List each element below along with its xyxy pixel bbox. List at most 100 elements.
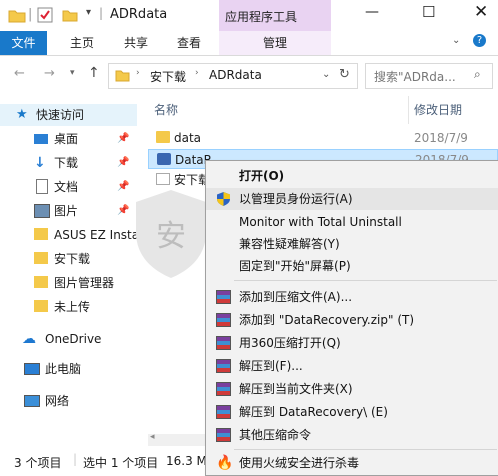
menu-label: 使用火绒安全进行杀毒 <box>239 456 360 470</box>
menu-item-run-as-admin[interactable]: 以管理员身份运行(A) <box>206 188 498 210</box>
close-button[interactable]: ✕ <box>474 2 488 22</box>
up-button[interactable]: ↑ <box>88 65 100 81</box>
winrar-icon <box>216 336 231 350</box>
nav-label: 网络 <box>45 394 70 408</box>
chevron-right-icon: › <box>195 68 199 78</box>
file-name: data <box>174 131 202 145</box>
winrar-icon <box>216 428 231 442</box>
nav-label: 桌面 <box>54 132 79 146</box>
quick-access-dropdown-icon[interactable]: ▾ <box>86 7 91 18</box>
menu-item-extract-to-folder[interactable]: 解压到 DataRecovery\ (E) <box>206 401 498 423</box>
menu-item-compatibility[interactable]: 兼容性疑难解答(Y) <box>206 233 498 255</box>
nav-label: ASUS EZ Insta <box>54 228 137 242</box>
ribbon-tabs: 文件 主页 共享 查看 管理 ⌄ ? <box>0 31 498 56</box>
column-divider <box>408 96 409 124</box>
forward-button[interactable]: → <box>44 66 55 81</box>
context-tab-group-label: 应用程序工具 <box>225 10 298 24</box>
new-folder-icon[interactable] <box>62 8 78 22</box>
html-file-icon <box>156 173 170 185</box>
chevron-right-icon: › <box>136 68 140 78</box>
tab-manage[interactable]: 管理 <box>219 31 331 55</box>
tab-home[interactable]: 主页 <box>60 31 104 55</box>
scroll-left-icon[interactable]: ◂ <box>150 432 155 442</box>
nav-item-quick-access[interactable]: ★ 快速访问 <box>0 104 137 126</box>
back-button[interactable]: ← <box>14 66 25 81</box>
app-icon <box>157 153 171 165</box>
menu-item-open[interactable]: 打开(O) <box>206 165 498 187</box>
pictures-icon <box>34 204 50 218</box>
context-menu: 打开(O) 以管理员身份运行(A) Monitor with Total Uni… <box>205 160 498 476</box>
address-bar[interactable]: › 安下载 › ADRdata ⌄ ↻ <box>108 63 358 89</box>
menu-item-extract-to[interactable]: 解压到(F)... <box>206 355 498 377</box>
ribbon-expand-icon[interactable]: ⌄ <box>452 35 460 46</box>
nav-item-asus[interactable]: ASUS EZ Insta <box>0 224 137 246</box>
svg-text:安: 安 <box>156 219 186 254</box>
menu-item-open-360[interactable]: 用360压缩打开(Q) <box>206 332 498 354</box>
column-header-date[interactable]: 修改日期 <box>414 101 462 118</box>
nav-item-picture-manager[interactable]: 图片管理器 <box>0 272 137 294</box>
nav-item-desktop[interactable]: 桌面 📌 <box>0 128 137 150</box>
search-input[interactable]: 搜索"ADRda... <box>374 68 456 85</box>
download-icon: ↓ <box>34 155 46 171</box>
menu-item-huorong-scan[interactable]: 🔥 使用火绒安全进行杀毒 <box>206 452 498 474</box>
divider: | <box>99 6 104 20</box>
status-size: 16.3 M <box>166 454 207 468</box>
nav-item-network[interactable]: 网络 <box>0 390 137 412</box>
nav-label: 下载 <box>54 156 79 170</box>
nav-item-anxiazai[interactable]: 安下载 <box>0 248 137 270</box>
horizontal-scrollbar[interactable]: ◂ <box>148 432 206 446</box>
nav-item-onedrive[interactable]: ☁ OneDrive <box>0 328 137 350</box>
recent-locations-icon[interactable]: ▾ <box>70 68 75 78</box>
pin-icon: 📌 <box>117 133 130 144</box>
nav-item-documents[interactable]: 文档 📌 <box>0 176 137 198</box>
menu-label: 固定到"开始"屏幕(P) <box>239 259 351 273</box>
menu-item-total-uninstall[interactable]: Monitor with Total Uninstall <box>206 211 498 233</box>
menu-label: 解压到(F)... <box>239 359 303 373</box>
divider: | <box>73 452 78 466</box>
menu-item-other-compress[interactable]: 其他压缩命令 <box>206 424 498 446</box>
menu-item-add-to-zip[interactable]: 添加到 "DataRecovery.zip" (T) <box>206 309 498 331</box>
winrar-icon <box>216 359 231 373</box>
nav-label: 安下载 <box>54 252 91 266</box>
nav-label: 图片 <box>54 204 79 218</box>
watermark-shield-logo: 安 <box>136 190 206 278</box>
minimize-button[interactable]: — <box>365 4 379 20</box>
nav-item-pictures[interactable]: 图片 📌 <box>0 200 137 222</box>
menu-item-pin-to-start[interactable]: 固定到"开始"屏幕(P) <box>206 255 498 277</box>
menu-item-extract-here[interactable]: 解压到当前文件夹(X) <box>206 378 498 400</box>
file-row[interactable]: data 2018/7/9 14:07 <box>148 128 498 165</box>
menu-separator <box>234 449 497 450</box>
nav-label: OneDrive <box>45 332 102 346</box>
address-dropdown-icon[interactable]: ⌄ <box>322 69 330 80</box>
help-icon[interactable]: ? <box>473 34 486 47</box>
folder-icon <box>34 252 48 264</box>
divider: | <box>28 7 33 22</box>
menu-label: 以管理员身份运行(A) <box>239 192 353 206</box>
nav-item-not-uploaded[interactable]: 未上传 <box>0 296 137 318</box>
menu-item-add-to-archive[interactable]: 添加到压缩文件(A)... <box>206 286 498 308</box>
computer-icon <box>24 363 40 375</box>
tab-view[interactable]: 查看 <box>167 31 211 55</box>
nav-item-downloads[interactable]: ↓ 下载 📌 <box>0 152 137 174</box>
huorong-icon: 🔥 <box>216 455 234 471</box>
tab-file[interactable]: 文件 <box>0 31 47 55</box>
refresh-icon[interactable]: ↻ <box>339 67 350 82</box>
properties-icon[interactable] <box>37 7 53 23</box>
folder-icon <box>115 70 130 82</box>
winrar-icon <box>216 382 231 396</box>
search-box[interactable]: 搜索"ADRda... ⌕ <box>365 63 493 89</box>
menu-label: 打开(O) <box>239 169 285 183</box>
maximize-button[interactable]: ☐ <box>422 3 435 21</box>
column-header-name[interactable]: 名称 <box>154 101 178 118</box>
breadcrumb-item[interactable]: ADRdata <box>209 68 262 82</box>
breadcrumb-item[interactable]: 安下载 <box>150 68 186 85</box>
nav-item-this-pc[interactable]: 此电脑 <box>0 358 137 380</box>
tab-share[interactable]: 共享 <box>114 31 158 55</box>
nav-label: 文档 <box>54 180 79 194</box>
nav-label: 未上传 <box>54 300 91 314</box>
status-selection: 选中 1 个项目 <box>83 456 159 470</box>
search-icon[interactable]: ⌕ <box>474 67 481 82</box>
status-item-count: 3 个项目 <box>14 456 62 470</box>
winrar-icon <box>216 313 231 327</box>
nav-label: 图片管理器 <box>54 276 115 290</box>
